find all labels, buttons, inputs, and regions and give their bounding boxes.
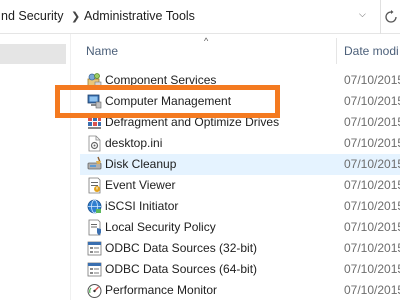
file-date: 07/10/2015 [344,136,400,150]
file-name: desktop.ini [105,136,163,150]
file-date: 07/10/2015 [344,115,400,129]
address-bar[interactable]: nd Security ❯ Administrative Tools ⌵ [0,0,400,34]
file-date: 07/10/2015 [344,241,400,255]
file-row-iscsi-initiator[interactable]: iSCSI Initiator 07/10/2015 [74,196,400,217]
navigation-pane[interactable] [0,34,74,300]
file-row-performance-monitor[interactable]: Performance Monitor 07/10/2015 [74,280,400,300]
file-date: 07/10/2015 [344,157,400,171]
file-name: Local Security Policy [105,220,216,234]
column-header: ^ Name Date modi [74,34,400,64]
ini-file-icon [88,135,101,152]
local-security-policy-icon [88,219,101,236]
nav-selected-item[interactable] [0,44,66,64]
breadcrumb-parent[interactable]: nd Security [1,9,64,23]
file-name: Performance Monitor [105,283,218,297]
pane-divider[interactable] [70,34,71,300]
refresh-icon [385,10,397,23]
file-date: 07/10/2015 [344,220,400,234]
odbc-icon [87,262,102,277]
file-row-odbc-64[interactable]: ODBC Data Sources (64-bit) 07/10/2015 [74,259,400,280]
disk-cleanup-icon [87,156,102,170]
column-resize-handle[interactable] [336,38,337,64]
iscsi-initiator-icon [87,199,102,214]
chevron-right-icon[interactable]: ❯ [71,10,80,23]
file-row-odbc-32[interactable]: ODBC Data Sources (32-bit) 07/10/2015 [74,238,400,259]
file-name: Event Viewer [105,178,176,192]
file-date: 07/10/2015 [344,199,400,213]
file-row-local-security-policy[interactable]: Local Security Policy 07/10/2015 [74,217,400,238]
file-date: 07/10/2015 [344,283,400,297]
file-name: ODBC Data Sources (32-bit) [105,241,258,255]
sort-ascending-icon: ^ [204,36,209,46]
file-date: 07/10/2015 [344,178,400,192]
file-row-event-viewer[interactable]: Event Viewer 07/10/2015 [74,175,400,196]
file-name: Disk Cleanup [105,157,177,171]
file-name: ODBC Data Sources (64-bit) [105,262,258,276]
file-name: iSCSI Initiator [105,199,179,213]
file-row-disk-cleanup[interactable]: Disk Cleanup 07/10/2015 [80,154,400,175]
refresh-button[interactable] [380,0,400,34]
column-header-date[interactable]: Date modi [344,44,399,58]
event-viewer-icon [88,177,101,194]
file-row-desktop-ini[interactable]: desktop.ini 07/10/2015 [74,133,400,154]
breadcrumb-current[interactable]: Administrative Tools [84,9,195,23]
file-date: 07/10/2015 [344,73,400,87]
column-header-name[interactable]: Name [86,44,118,58]
performance-monitor-icon [87,284,102,298]
file-date: 07/10/2015 [344,94,400,108]
callout-highlight-box [55,85,280,118]
file-date: 07/10/2015 [344,262,400,276]
chevron-down-icon[interactable]: ⌵ [359,9,366,20]
odbc-icon [87,241,102,256]
